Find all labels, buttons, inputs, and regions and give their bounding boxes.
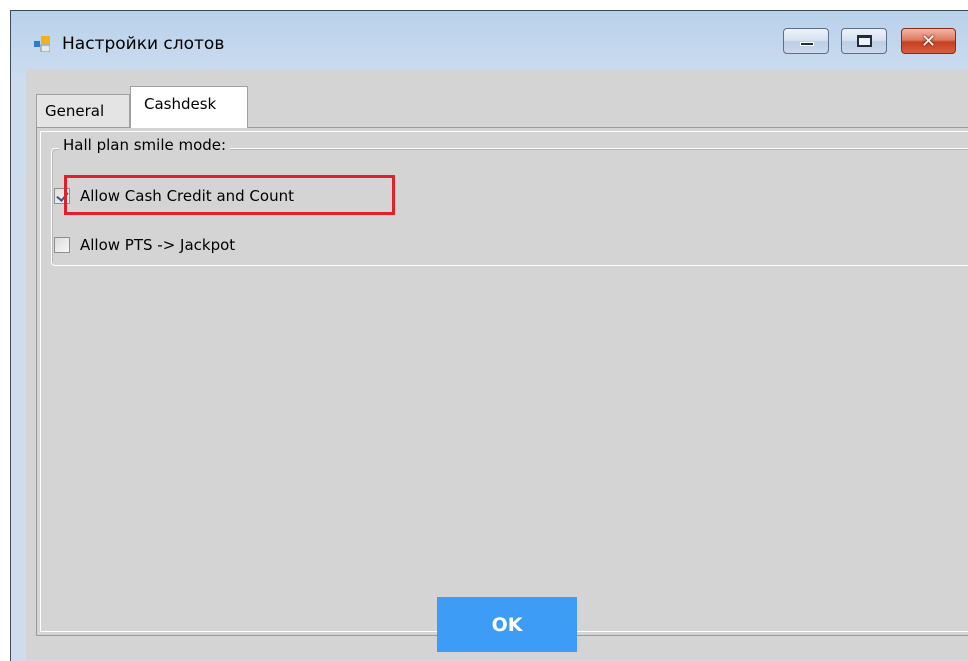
allow-cash-credit-checkbox-row[interactable]: Allow Cash Credit and Count <box>54 185 294 207</box>
allow-pts-jackpot-label[interactable]: Allow PTS -> Jackpot <box>80 236 235 254</box>
allow-cash-credit-label[interactable]: Allow Cash Credit and Count <box>80 187 294 205</box>
close-icon: ✕ <box>920 30 937 52</box>
allow-cash-credit-checkbox[interactable] <box>54 188 70 204</box>
allow-pts-jackpot-checkbox-row[interactable]: Allow PTS -> Jackpot <box>54 234 235 256</box>
maximize-icon <box>857 35 872 47</box>
allow-pts-jackpot-checkbox[interactable] <box>54 237 70 253</box>
ok-button[interactable]: OK <box>437 597 577 652</box>
settings-window: Настройки слотов ✕ General Cashdesk Hall… <box>10 10 968 661</box>
maximize-button[interactable] <box>841 28 887 54</box>
window-client-area: General Cashdesk Hall plan smile mode: A… <box>26 69 968 660</box>
app-icon <box>34 36 50 52</box>
close-button[interactable]: ✕ <box>901 28 956 54</box>
window-title: Настройки слотов <box>62 34 225 54</box>
minimize-icon <box>800 42 814 46</box>
tab-cashdesk[interactable]: Cashdesk <box>130 86 248 128</box>
groupbox-title: Hall plan smile mode: <box>59 136 231 154</box>
minimize-button[interactable] <box>783 28 829 54</box>
title-bar[interactable]: Настройки слотов ✕ <box>11 11 968 69</box>
tab-general[interactable]: General <box>36 94 130 127</box>
